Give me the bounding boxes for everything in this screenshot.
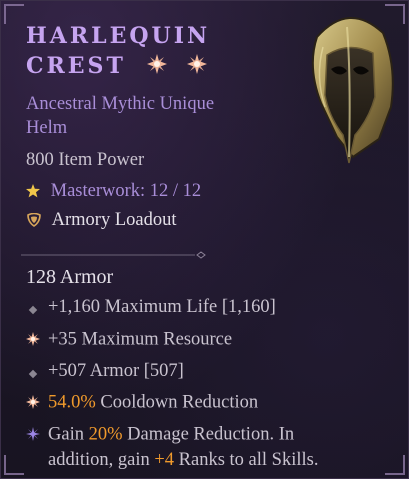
cooldown-value: 54.0% — [48, 392, 96, 413]
section-divider — [21, 244, 209, 259]
armory-icon — [26, 211, 42, 233]
armory-loadout-row: Armory Loadout — [26, 209, 176, 233]
armor-value: 128 Armor — [26, 266, 114, 288]
affix-maximum-life: +1,160 Maximum Life [1,160] — [26, 295, 276, 320]
item-title: HARLEQUIN CREST — [26, 21, 266, 82]
diamond-bullet-icon — [28, 369, 38, 378]
frame-corner — [4, 455, 24, 475]
affix-cooldown-reduction: 54.0% Cooldown Reduction — [26, 390, 258, 416]
armory-loadout-label: Armory Loadout — [51, 210, 177, 230]
unique-power: Gain 20% Damage Reduction. In — [26, 422, 294, 448]
item-tooltip: HARLEQUIN CREST Ancestral Mythic Unique … — [0, 0, 409, 479]
greater-affix-icon — [26, 392, 40, 416]
helm-image — [297, 7, 401, 169]
frame-corner — [4, 4, 24, 24]
item-name-line2: CREST — [26, 53, 126, 79]
star-icon — [26, 182, 40, 204]
diamond-bullet-icon — [28, 305, 38, 314]
frame-corner — [385, 455, 405, 475]
masterwork-label: Masterwork: 12 / 12 — [50, 181, 202, 201]
item-power: 800 Item Power — [26, 150, 145, 170]
item-type: Helm — [26, 118, 68, 138]
greater-affix-icon — [26, 329, 40, 353]
item-name-line1: HARLEQUIN — [26, 23, 211, 49]
item-rarity: Ancestral Mythic Unique — [26, 94, 215, 114]
unique-power-line2: addition, gain +4 Ranks to all Skills. — [48, 450, 319, 470]
greater-affix-icon — [187, 52, 208, 82]
masterwork-row: Masterwork: 12 / 12 — [26, 180, 201, 204]
affix-maximum-resource: +35 Maximum Resource — [26, 327, 232, 353]
unique-power-icon — [26, 424, 40, 448]
greater-affix-icon — [146, 52, 167, 82]
affix-armor: +507 Armor [507] — [26, 359, 184, 384]
